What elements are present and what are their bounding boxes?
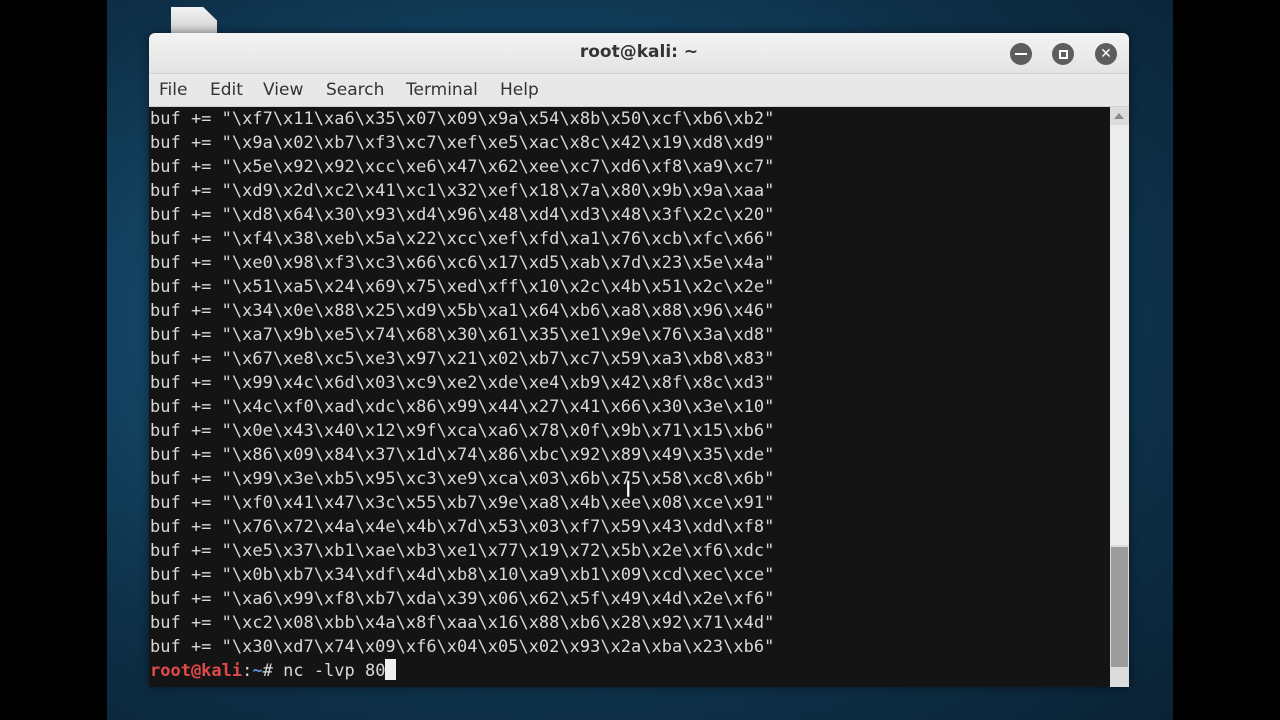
terminal-prompt-line: root@kali:~# nc -lvp 80 [150, 659, 397, 683]
title-bar[interactable]: root@kali: ~ ✕ [149, 33, 1129, 74]
terminal-line: buf += "\x99\x3e\xb5\x95\xc3\xe9\xca\x03… [150, 469, 775, 489]
menu-help[interactable]: Help [500, 80, 539, 100]
maximize-icon [1058, 49, 1068, 59]
scroll-track[interactable] [1110, 125, 1129, 545]
terminal-line: buf += "\x30\xd7\x74\x09\xf6\x04\x05\x02… [150, 637, 775, 657]
terminal-line: buf += "\xf4\x38\xeb\x5a\x22\xcc\xef\xfd… [150, 229, 775, 249]
terminal-line: buf += "\xe0\x98\xf3\xc3\x66\xc6\x17\xd5… [150, 253, 775, 273]
scroll-thumb[interactable] [1111, 547, 1128, 667]
text-cursor [385, 659, 397, 680]
terminal-line: buf += "\x5e\x92\x92\xcc\xe6\x47\x62\xee… [150, 157, 775, 177]
prompt-symbol: # [262, 661, 284, 681]
terminal-line: buf += "\x4c\xf0\xad\xdc\x86\x99\x44\x27… [150, 397, 775, 417]
terminal-line: buf += "\x67\xe8\xc5\xe3\x97\x21\x02\xb7… [150, 349, 775, 369]
terminal-line: buf += "\x86\x09\x84\x37\x1d\x74\x86\xbc… [150, 445, 775, 465]
window-title: root@kali: ~ [579, 42, 699, 62]
terminal-line: buf += "\x0b\xb7\x34\xdf\x4d\xb8\x10\xa9… [150, 565, 775, 585]
terminal-line: buf += "\xe5\x37\xb1\xae\xb3\xe1\x77\x19… [150, 541, 775, 561]
terminal-line: buf += "\x9a\x02\xb7\xf3\xc7\xef\xe5\xac… [150, 133, 775, 153]
terminal-line: buf += "\x76\x72\x4a\x4e\x4b\x7d\x53\x03… [150, 517, 775, 537]
vertical-scrollbar[interactable] [1110, 107, 1129, 687]
terminal-output[interactable]: buf += "\xf7\x11\xa6\x35\x07\x09\x9a\x54… [149, 107, 1110, 687]
terminal-window: root@kali: ~ ✕ File Edit View Search Ter… [149, 33, 1129, 687]
maximize-button[interactable] [1052, 43, 1074, 65]
menu-bar: File Edit View Search Terminal Help [149, 74, 1129, 107]
terminal-line: buf += "\x51\xa5\x24\x69\x75\xed\xff\x10… [150, 277, 775, 297]
terminal-line: buf += "\xc2\x08\xbb\x4a\x8f\xaa\x16\x88… [150, 613, 775, 633]
mouse-ibeam-cursor-icon: Ι [625, 478, 632, 503]
menu-edit[interactable]: Edit [210, 80, 243, 100]
terminal-line: buf += "\x99\x4c\x6d\x03\xc9\xe2\xde\xe4… [150, 373, 775, 393]
menu-view[interactable]: View [263, 80, 303, 100]
terminal-line: buf += "\xd9\x2d\xc2\x41\xc1\x32\xef\x18… [150, 181, 775, 201]
terminal-line: buf += "\x0e\x43\x40\x12\x9f\xca\xa6\x78… [150, 421, 775, 441]
terminal-line: buf += "\xd8\x64\x30\x93\xd4\x96\x48\xd4… [150, 205, 775, 225]
prompt-separator: : [242, 661, 253, 681]
menu-file[interactable]: File [159, 80, 187, 100]
terminal-line: buf += "\xa6\x99\xf8\xb7\xda\x39\x06\x62… [150, 589, 775, 609]
minimize-icon [1015, 53, 1027, 55]
close-icon: ✕ [1100, 46, 1112, 62]
scroll-up-arrow-icon[interactable] [1114, 113, 1124, 119]
terminal-line: buf += "\x34\x0e\x88\x25\xd9\x5b\xa1\x64… [150, 301, 775, 321]
close-button[interactable]: ✕ [1095, 43, 1117, 65]
prompt-user: root@kali [150, 661, 243, 681]
terminal-line: buf += "\xa7\x9b\xe5\x74\x68\x30\x61\x35… [150, 325, 775, 345]
command-input[interactable]: nc -lvp 80 [283, 661, 385, 681]
menu-terminal[interactable]: Terminal [406, 80, 478, 100]
terminal-line: buf += "\xf7\x11\xa6\x35\x07\x09\x9a\x54… [150, 109, 775, 129]
terminal-line: buf += "\xf0\x41\x47\x3c\x55\xb7\x9e\xa8… [150, 493, 775, 513]
prompt-path: ~ [252, 661, 263, 681]
menu-search[interactable]: Search [326, 80, 384, 100]
minimize-button[interactable] [1010, 43, 1032, 65]
